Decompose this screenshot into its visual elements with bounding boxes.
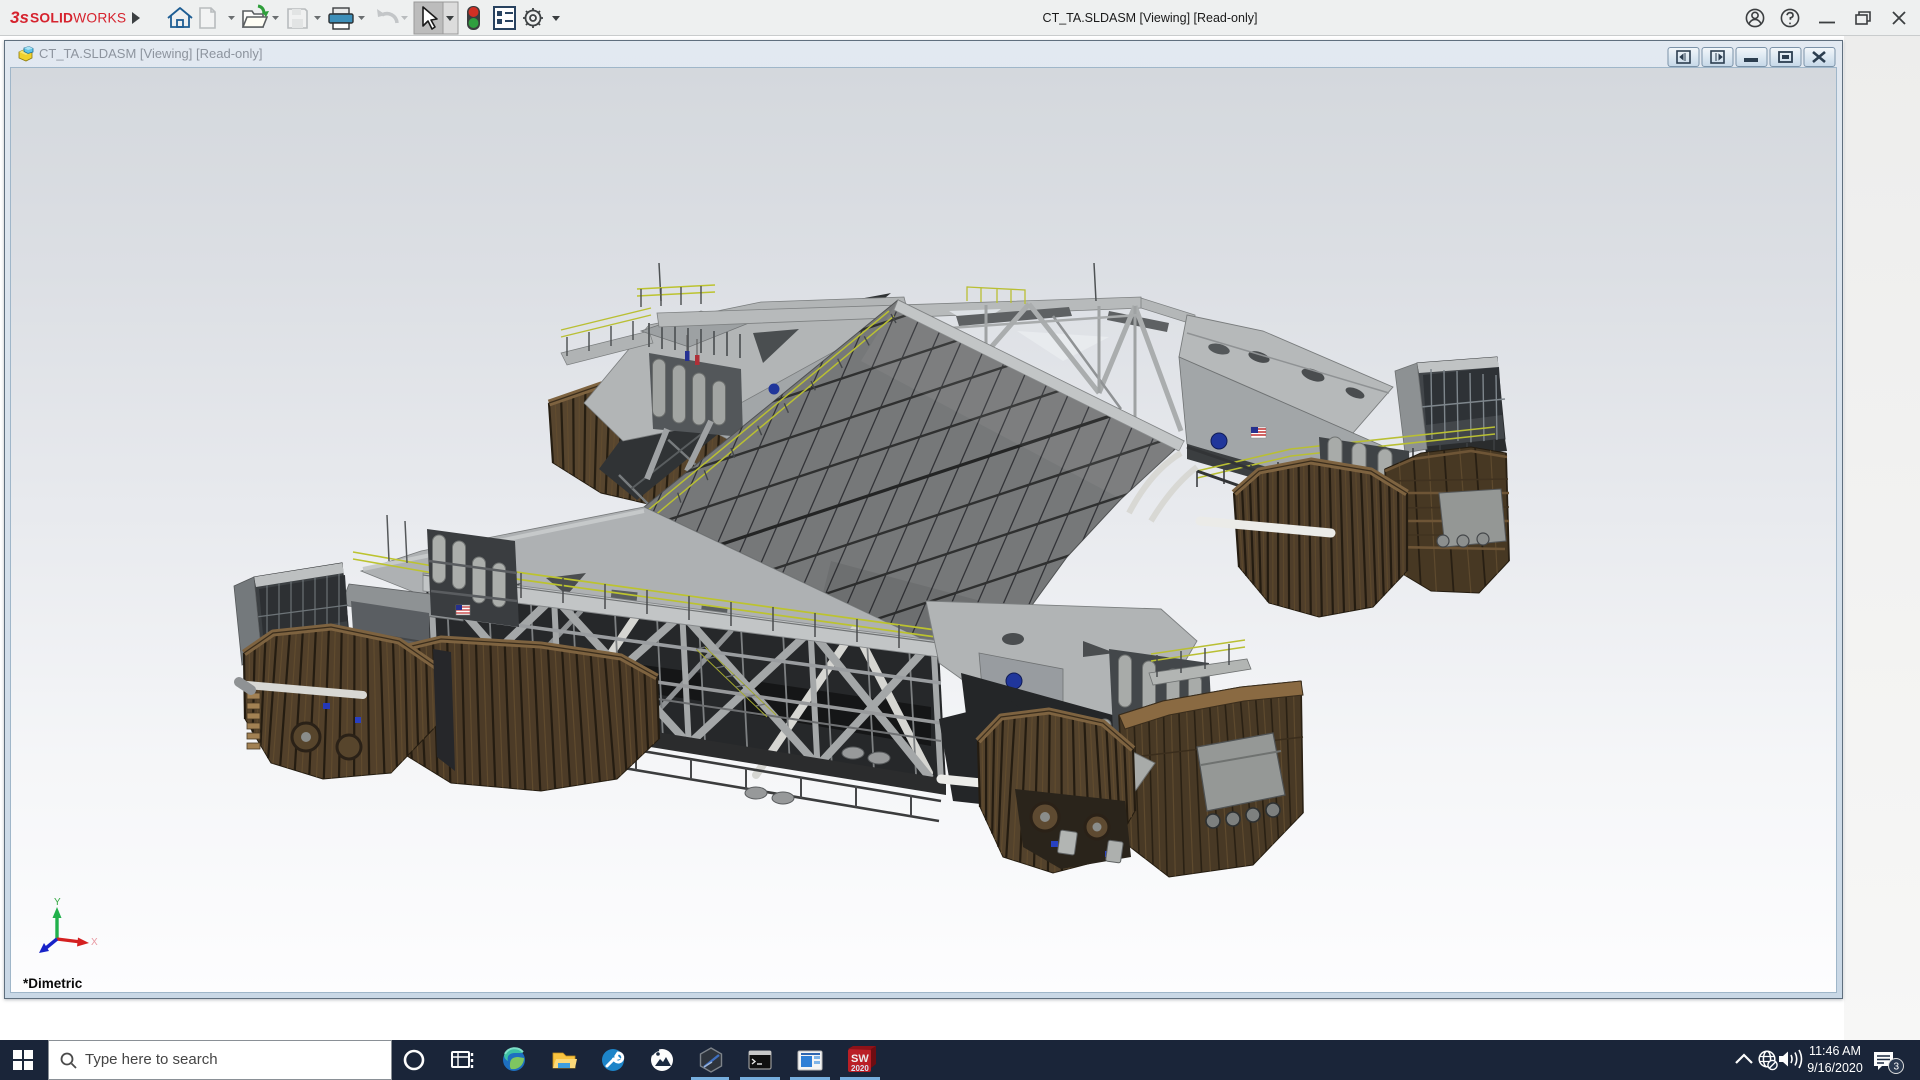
svg-text:SOLIDWORKS: SOLIDWORKS (30, 11, 126, 26)
svg-text:Y: Y (54, 897, 61, 908)
svg-text:X: X (91, 937, 98, 948)
svg-text:3: 3 (1894, 1062, 1900, 1073)
svg-text:3s: 3s (10, 8, 29, 27)
svg-text:2020: 2020 (851, 1064, 869, 1073)
